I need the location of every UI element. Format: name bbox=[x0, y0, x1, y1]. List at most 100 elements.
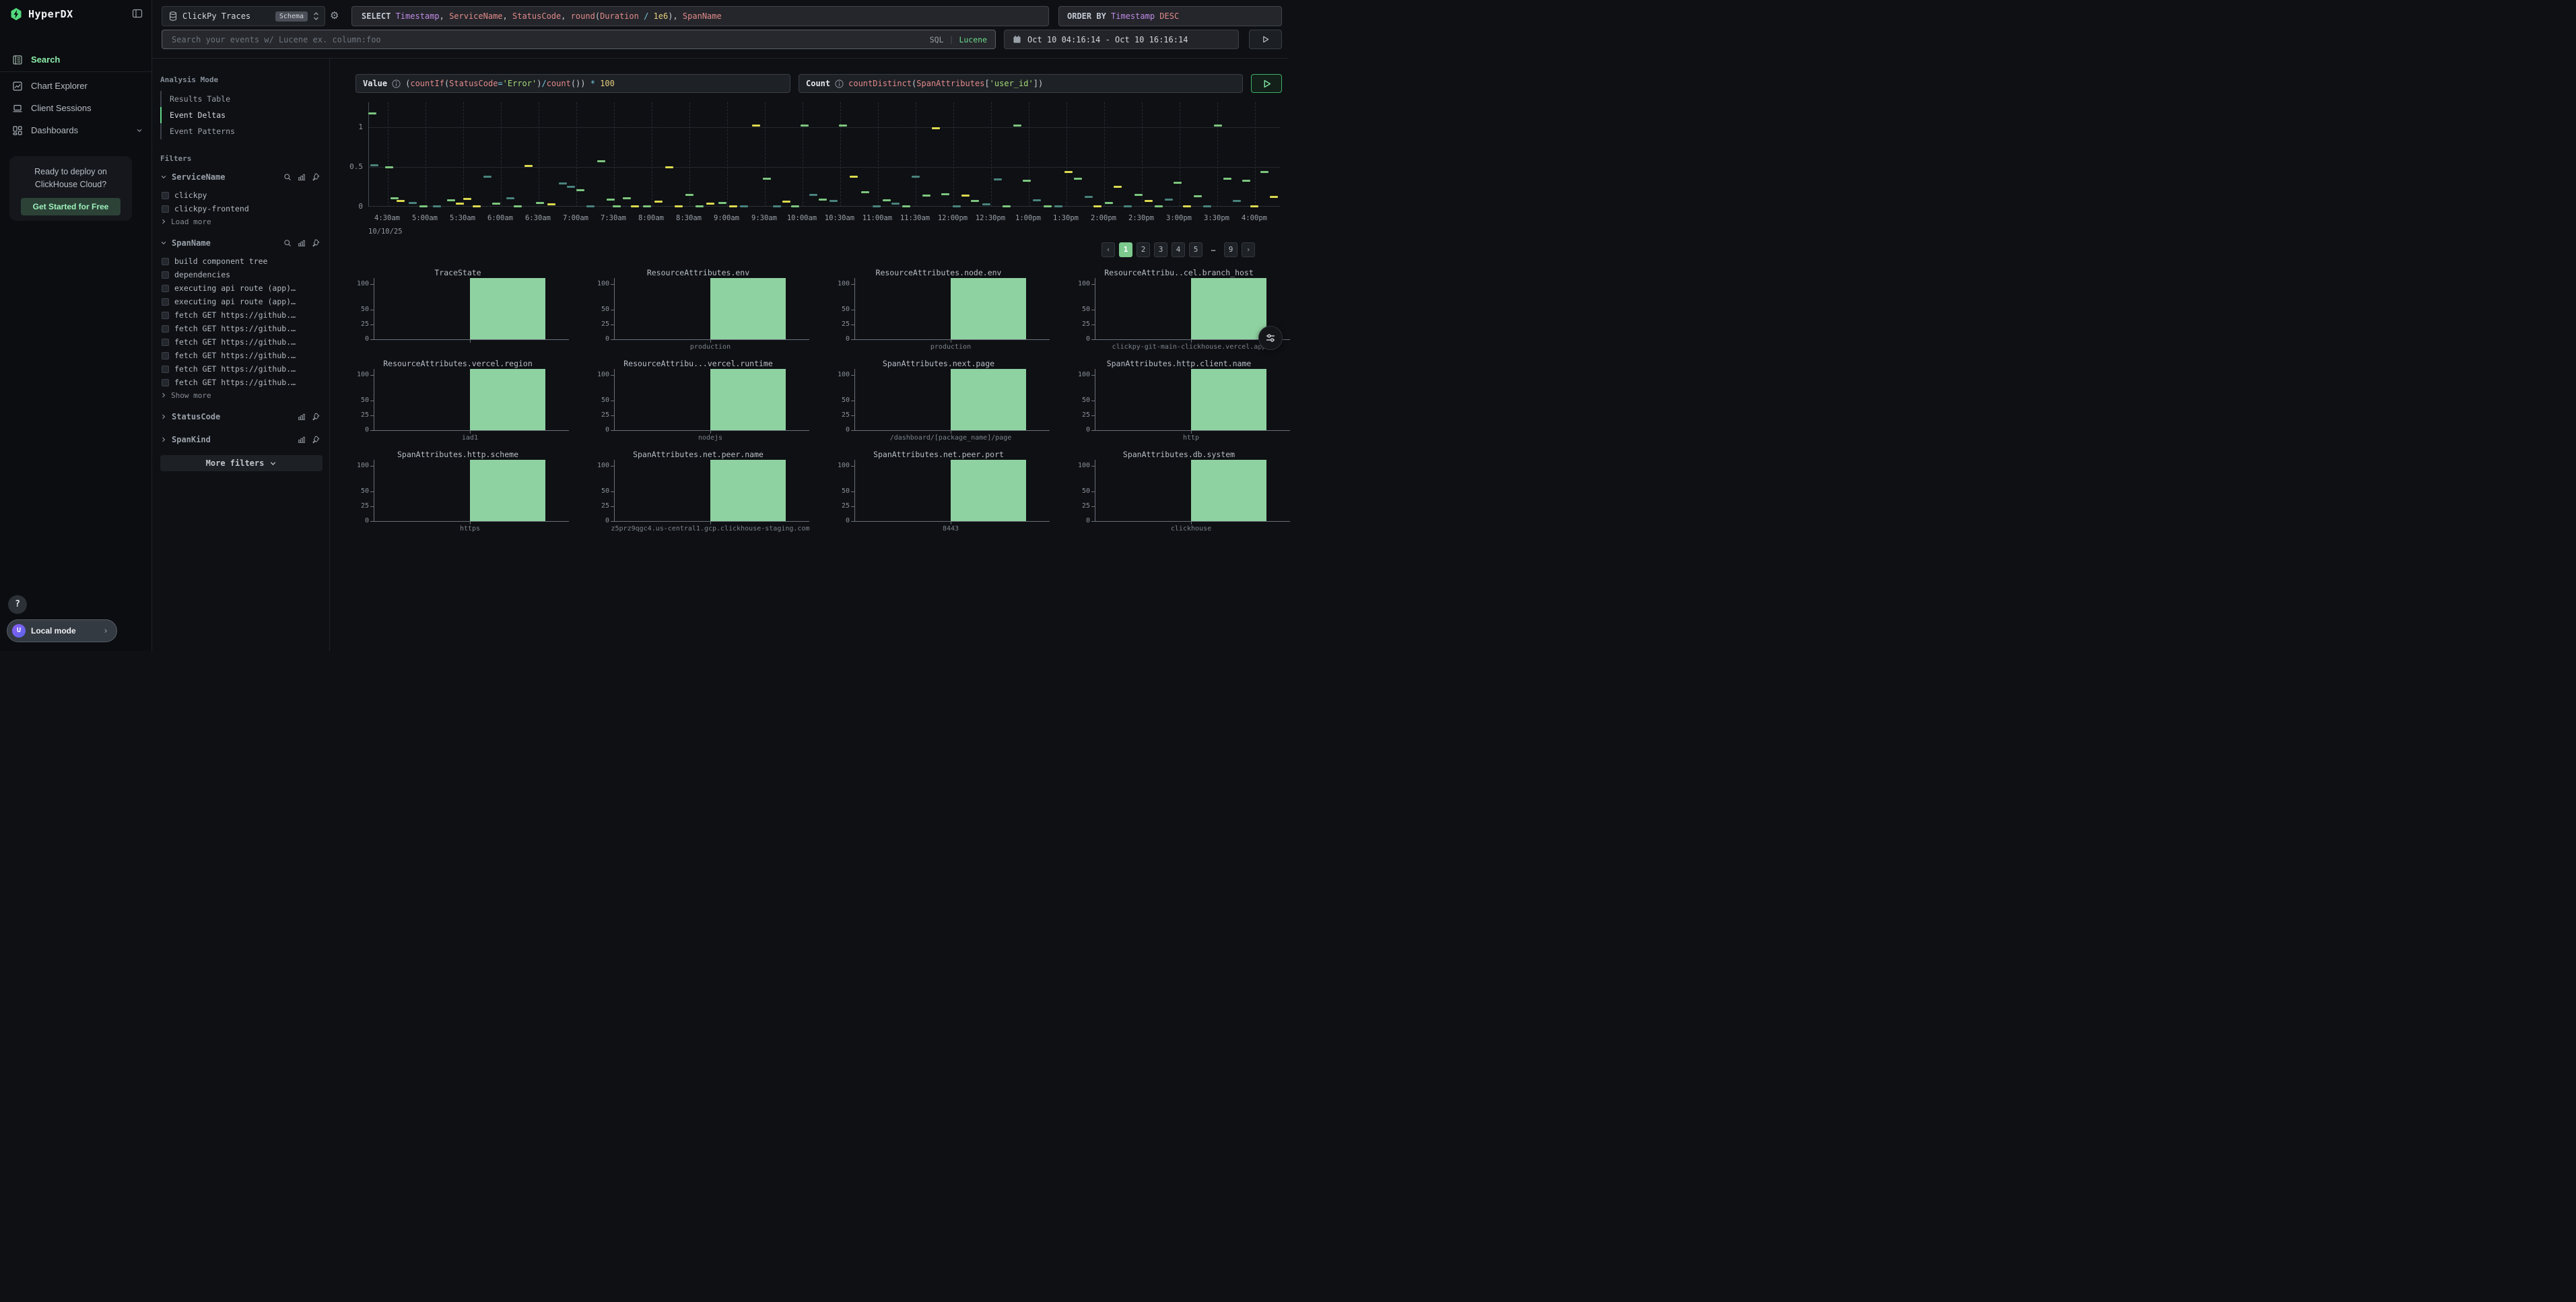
checkbox[interactable] bbox=[162, 192, 169, 199]
y-axis-tick-label: 25 bbox=[1063, 320, 1090, 328]
attribute-chart[interactable]: ResourceAttributes.env02550100production bbox=[577, 267, 817, 356]
filter-option[interactable]: fetch GET https://github.… bbox=[160, 362, 323, 376]
checkbox[interactable] bbox=[162, 285, 169, 292]
attribute-chart-title: SpanAttributes.db.system bbox=[1068, 450, 1290, 459]
filter-option[interactable]: fetch GET https://github.… bbox=[160, 349, 323, 362]
sidebar-item-dashboards[interactable]: Dashboards bbox=[0, 121, 152, 140]
filter-option[interactable]: fetch GET https://github.… bbox=[160, 322, 323, 335]
analysis-mode-results-table[interactable]: Results Table bbox=[160, 91, 323, 107]
sql-select-editor[interactable]: SELECT Timestamp, ServiceName, StatusCod… bbox=[351, 6, 1049, 26]
filter-group-header-spanname[interactable]: SpanName bbox=[160, 236, 323, 250]
pin-icon[interactable] bbox=[312, 173, 320, 181]
more-label: Load more bbox=[171, 217, 211, 226]
pin-icon[interactable] bbox=[312, 239, 320, 247]
filter-option[interactable]: dependencies bbox=[160, 268, 323, 281]
page-button-4[interactable]: 4 bbox=[1172, 242, 1185, 257]
search-icon[interactable] bbox=[283, 173, 292, 181]
filter-group-header-statuscode[interactable]: StatusCode bbox=[160, 409, 323, 424]
filter-option[interactable]: executing api route (app)… bbox=[160, 281, 323, 295]
run-query-button[interactable] bbox=[1251, 74, 1282, 93]
floating-settings-button[interactable] bbox=[1258, 326, 1283, 350]
attribute-chart[interactable]: ResourceAttribu...vercel.runtime02550100… bbox=[577, 358, 817, 447]
local-mode-menu[interactable]: U Local mode › bbox=[7, 619, 117, 642]
attribute-chart[interactable]: TraceState02550100 bbox=[337, 267, 577, 356]
bar-chart-icon[interactable] bbox=[298, 239, 306, 247]
sidebar-item-chart-explorer[interactable]: Chart Explorer bbox=[0, 76, 152, 96]
show-more[interactable]: Show more bbox=[160, 389, 323, 401]
checkbox[interactable] bbox=[162, 205, 169, 213]
brand-row: HyperDX bbox=[9, 7, 143, 22]
bar-chart-icon[interactable] bbox=[298, 173, 306, 181]
order-by-editor[interactable]: ORDER BY Timestamp DESC bbox=[1058, 6, 1282, 26]
checkbox[interactable] bbox=[162, 298, 169, 306]
attribute-chart[interactable]: SpanAttributes.net.peer.port025501008443 bbox=[817, 449, 1058, 538]
attribute-chart[interactable]: SpanAttributes.next.page02550100/dashboa… bbox=[817, 358, 1058, 447]
language-toggle[interactable]: SQL | Lucene bbox=[930, 35, 987, 44]
pin-icon[interactable] bbox=[312, 436, 320, 444]
page-button-3[interactable]: 3 bbox=[1154, 242, 1167, 257]
get-started-button[interactable]: Get Started for Free bbox=[21, 198, 121, 215]
event-deltas-chart[interactable] bbox=[368, 102, 1279, 207]
attribute-chart[interactable]: SpanAttributes.db.system02550100clickhou… bbox=[1058, 449, 1298, 538]
sql-mode-option[interactable]: SQL bbox=[930, 35, 944, 44]
filter-group-header-spankind[interactable]: SpanKind bbox=[160, 432, 323, 447]
bar-chart-icon[interactable] bbox=[298, 413, 306, 421]
sidebar-collapse-icon[interactable] bbox=[132, 8, 143, 21]
checkbox[interactable] bbox=[162, 352, 169, 359]
gear-icon[interactable]: ⚙ bbox=[330, 9, 339, 22]
filter-option[interactable]: fetch GET https://github.… bbox=[160, 335, 323, 349]
page-button-5[interactable]: 5 bbox=[1189, 242, 1202, 257]
filter-option[interactable]: fetch GET https://github.… bbox=[160, 376, 323, 389]
checkbox[interactable] bbox=[162, 312, 169, 319]
source-select[interactable]: ClickPy Traces Schema bbox=[162, 6, 325, 26]
page-button-9[interactable]: 9 bbox=[1224, 242, 1238, 257]
page-button-1[interactable]: 1 bbox=[1119, 242, 1132, 257]
more-filters-button[interactable]: More filters bbox=[160, 455, 323, 471]
data-point bbox=[370, 164, 378, 166]
checkbox[interactable] bbox=[162, 258, 169, 265]
load-more[interactable]: Load more bbox=[160, 215, 323, 228]
count-expression-input[interactable]: Count countDistinct(SpanAttributes['user… bbox=[799, 74, 1243, 93]
checkbox[interactable] bbox=[162, 339, 169, 346]
filter-option[interactable]: clickpy bbox=[160, 189, 323, 202]
filter-group-icons bbox=[298, 436, 323, 444]
data-point bbox=[397, 200, 405, 202]
help-button[interactable]: ? bbox=[8, 595, 27, 614]
pin-icon[interactable] bbox=[312, 413, 320, 421]
next-page-button[interactable]: › bbox=[1242, 242, 1255, 257]
value-expression-input[interactable]: Value (countIf(StatusCode='Error')/count… bbox=[355, 74, 790, 93]
attribute-chart[interactable]: SpanAttributes.http.scheme02550100https bbox=[337, 449, 577, 538]
filter-option[interactable]: build component tree bbox=[160, 254, 323, 268]
filter-option[interactable]: clickpy-frontend bbox=[160, 202, 323, 215]
lucene-mode-option[interactable]: Lucene bbox=[959, 35, 987, 44]
sidebar-item-search[interactable]: Search bbox=[0, 50, 152, 69]
attribute-chart[interactable]: ResourceAttributes.vercel.region02550100… bbox=[337, 358, 577, 447]
search-icon[interactable] bbox=[283, 239, 292, 247]
attribute-chart[interactable]: ResourceAttributes.node.env02550100produ… bbox=[817, 267, 1058, 356]
analysis-mode-event-patterns[interactable]: Event Patterns bbox=[160, 123, 323, 139]
analysis-mode-event-deltas[interactable]: Event Deltas bbox=[160, 107, 323, 123]
y-axis-tick bbox=[851, 491, 854, 492]
search-input[interactable] bbox=[170, 34, 930, 45]
sidebar-item-client-sessions[interactable]: Client Sessions bbox=[0, 98, 152, 118]
checkbox[interactable] bbox=[162, 271, 169, 279]
filter-option[interactable]: executing api route (app)… bbox=[160, 295, 323, 308]
attribute-chart[interactable]: SpanAttributes.http.client.name02550100h… bbox=[1058, 358, 1298, 447]
x-axis-tick-label: 8:00am bbox=[632, 214, 670, 222]
filter-option[interactable]: fetch GET https://github.… bbox=[160, 308, 323, 322]
prev-page-button[interactable]: ‹ bbox=[1101, 242, 1115, 257]
date-range-picker[interactable]: Oct 10 04:16:14 - Oct 10 16:16:14 bbox=[1004, 30, 1239, 49]
y-axis-tick-label: 25 bbox=[823, 320, 850, 328]
filter-group-name: SpanName bbox=[172, 238, 211, 248]
category-label: z5prz9qgc4.us-central1.gcp.clickhouse-st… bbox=[577, 525, 817, 533]
attribute-chart-title: SpanAttributes.http.scheme bbox=[347, 450, 569, 459]
sidebar-item-label: Search bbox=[31, 55, 60, 65]
live-tail-button[interactable] bbox=[1249, 30, 1282, 49]
checkbox[interactable] bbox=[162, 325, 169, 333]
checkbox[interactable] bbox=[162, 366, 169, 373]
attribute-chart[interactable]: SpanAttributes.net.peer.name02550100z5pr… bbox=[577, 449, 817, 538]
checkbox[interactable] bbox=[162, 379, 169, 386]
page-button-2[interactable]: 2 bbox=[1137, 242, 1150, 257]
filter-group-header-servicename[interactable]: ServiceName bbox=[160, 170, 323, 184]
bar-chart-icon[interactable] bbox=[298, 436, 306, 444]
